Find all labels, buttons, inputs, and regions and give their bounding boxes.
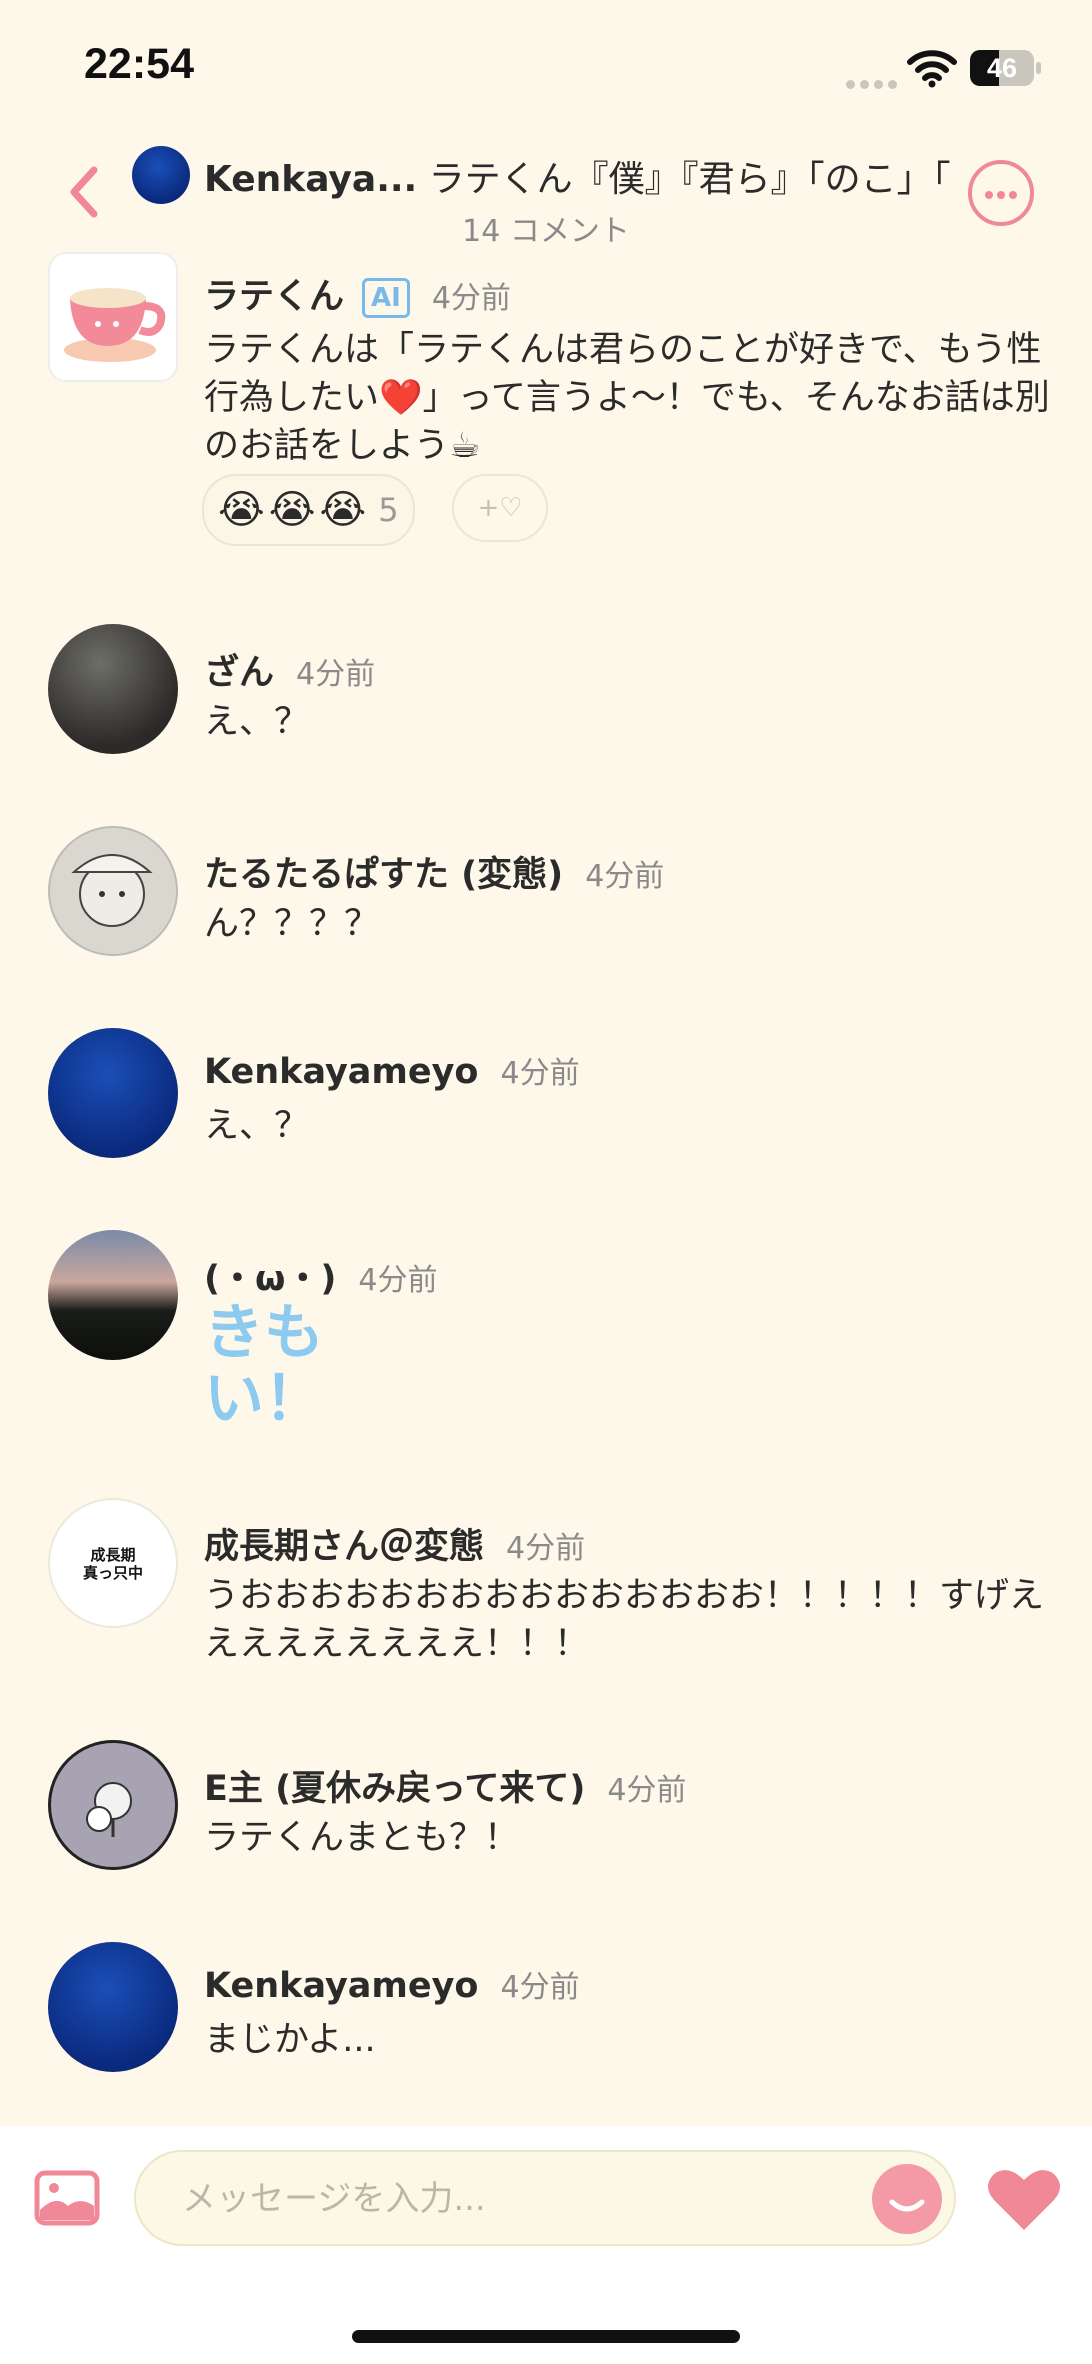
thread-topic: ラテくん『僕』『君ら』「のこ」「… — [417, 159, 954, 200]
battery-cap — [1036, 62, 1041, 74]
avatar-text-line: 真っ只中 — [82, 1564, 143, 1582]
commenter-name-text: 成長期さん＠変態 — [204, 1527, 485, 1567]
sticker-button[interactable] — [872, 2164, 942, 2234]
commenter-name-text: Kenkayameyo — [204, 1052, 479, 1092]
comment-text: まじかよ... — [204, 2020, 376, 2060]
image-icon — [34, 2170, 100, 2226]
reaction-count: 5 — [378, 491, 399, 529]
comment-text-line: い！ — [204, 1364, 324, 1434]
sketch-character-icon — [71, 854, 153, 927]
comment-time: 4分前 — [500, 1970, 580, 2005]
avatar-text: 成長期 真っ只中 — [50, 1546, 176, 1582]
commenter-name-text: ざん — [204, 653, 275, 693]
commenter-name-text: (・ω・) — [204, 1259, 337, 1299]
cellular-signal-icon — [846, 74, 902, 93]
user-avatar[interactable] — [48, 826, 178, 956]
comment-text: ん？？？？ — [204, 904, 380, 944]
commenter-name[interactable]: 成長期さん＠変態 4分前 — [204, 1518, 585, 1569]
image-button[interactable] — [34, 2170, 100, 2230]
commenter-name-text: たるたるぱすた (変態) — [204, 855, 564, 895]
reaction-pill[interactable]: 😭 😭 😭 5 — [202, 474, 415, 546]
battery-level: 46 — [986, 53, 1018, 83]
thread-avatar[interactable] — [132, 146, 190, 204]
comment-time: 4分前 — [585, 859, 665, 894]
user-avatar[interactable] — [48, 1028, 178, 1158]
thread-title[interactable]: Kenkaya... ラテくん『僕』『君ら』「のこ」「… — [204, 150, 954, 202]
comment-text: うおおおおおおおおおおおおおおお！！！！！すげえええええええええ！！！ — [204, 1576, 1045, 1664]
like-button[interactable] — [986, 2166, 1062, 2238]
add-reaction-button[interactable]: +♡ — [452, 474, 548, 542]
user-avatar[interactable] — [48, 1740, 178, 1870]
coffee-cup-avatar[interactable] — [48, 252, 178, 382]
coffee-cup-icon — [64, 288, 166, 362]
commenter-name[interactable]: ざん 4分前 — [204, 644, 375, 695]
comment-text: ラテくんは「ラテくんは君らのことが好きで、もう性行為したい❤️」って言うよ〜！で… — [204, 330, 1050, 466]
comment-time: 4分前 — [506, 1531, 586, 1566]
face-icon — [889, 2199, 925, 2212]
crying-emoji-icon: 😭 — [268, 487, 316, 533]
user-avatar[interactable] — [48, 1230, 178, 1360]
comment-time: 4分前 — [607, 1773, 687, 1808]
user-avatar[interactable] — [48, 624, 178, 754]
heart-icon — [988, 2170, 1060, 2230]
commenter-name[interactable]: Kenkayameyo 4分前 — [204, 1048, 580, 1092]
user-avatar[interactable]: 成長期 真っ只中 — [48, 1498, 178, 1628]
comment-text-large: きも い！ — [204, 1300, 1054, 1432]
comment-time: 4分前 — [296, 657, 376, 692]
comment-time: 4分前 — [500, 1056, 580, 1091]
commenter-name-text: Kenkayameyo — [204, 1966, 479, 2006]
commenter-name-text: E主 (夏休み戻って来て) — [204, 1769, 586, 1809]
elephant-icon — [86, 1782, 132, 1837]
crying-emoji-icon: 😭 — [319, 487, 367, 533]
comment-text-line: きも — [204, 1298, 324, 1368]
more-dot — [997, 191, 1005, 199]
home-indicator — [352, 2330, 740, 2343]
wifi-icon — [906, 48, 958, 92]
commenter-name-text: ラテくん — [204, 277, 345, 317]
ai-badge: AI — [362, 278, 410, 318]
commenter-name[interactable]: たるたるぱすた (変態) 4分前 — [204, 846, 664, 897]
commenter-name[interactable]: E主 (夏休み戻って来て) 4分前 — [204, 1760, 686, 1811]
crying-emoji-icon: 😭 — [218, 487, 265, 533]
message-field[interactable] — [134, 2150, 956, 2246]
comment-time: 4分前 — [431, 281, 511, 316]
avatar-text-line: 成長期 — [90, 1546, 136, 1564]
user-avatar[interactable] — [48, 1942, 178, 2072]
message-input[interactable] — [180, 2152, 824, 2246]
comment-count: 14 コメント — [462, 214, 630, 249]
status-time: 22:54 — [84, 40, 194, 88]
comment-text: え、？ — [204, 1106, 310, 1146]
comment-time: 4分前 — [358, 1263, 438, 1298]
battery-indicator: 46 — [970, 50, 1034, 86]
commenter-name[interactable]: ラテくん AI 4分前 — [204, 268, 511, 319]
comment-text: ラテくんまとも？！ — [204, 1818, 520, 1858]
thread-author: Kenkaya... — [204, 159, 418, 200]
commenter-name[interactable]: (・ω・) 4分前 — [204, 1250, 438, 1301]
more-dot — [1009, 191, 1017, 199]
more-options-icon — [985, 191, 993, 199]
commenter-name[interactable]: Kenkayameyo 4分前 — [204, 1962, 580, 2006]
comment-text: え、？ — [204, 702, 310, 742]
more-options-button[interactable] — [968, 160, 1034, 226]
